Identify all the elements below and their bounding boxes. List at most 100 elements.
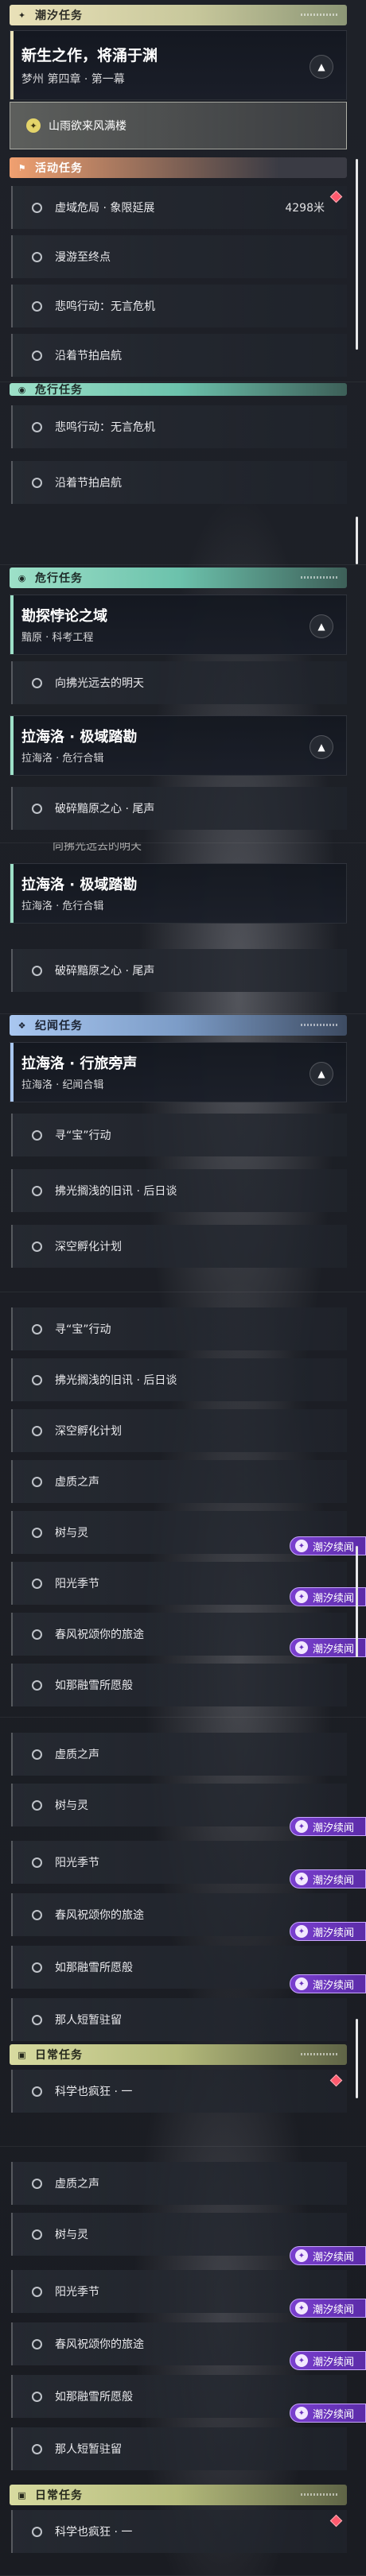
task-row[interactable]: 向拂光远去的明天	[11, 661, 347, 704]
quest-subtitle: 黯原 · 科考工程	[21, 632, 94, 644]
task-status-icon	[32, 1629, 42, 1640]
task-row[interactable]: 深空孵化计划	[11, 1225, 347, 1268]
quest-panel-top: ✦ 潮汐任务 新生之作，将涌于渊 梦州 第四章 · 第一幕 ▲ ✦ 山雨欲来风满…	[0, 0, 366, 382]
quest-card-main[interactable]: 新生之作，将涌于渊 梦州 第四章 · 第一幕 ▲	[10, 30, 347, 100]
task-row[interactable]: 拂光搁浅的旧讯 · 后日谈	[11, 1358, 347, 1401]
badge-label: 潮汐续闻	[313, 2251, 355, 2264]
task-row[interactable]: 悲鸣行动：无言危机	[11, 285, 347, 327]
header-chaoxi-tasks[interactable]: ✦ 潮汐任务	[10, 5, 347, 25]
task-status-icon	[32, 202, 42, 213]
task-status-icon	[32, 1185, 42, 1196]
chaoxi-continue-badge[interactable]: ✦ 潮汐续闻	[290, 1922, 366, 1941]
chevron-up-icon[interactable]: ▲	[310, 1062, 333, 1086]
badge-label: 潮汐续闻	[313, 1874, 355, 1887]
chaoxi-continue-badge[interactable]: ✦ 潮汐续闻	[290, 2299, 366, 2318]
header-label: 纪闻任务	[35, 1020, 83, 1032]
chevron-up-icon[interactable]: ▲	[310, 614, 333, 638]
chaoxi-badge-icon: ✦	[295, 1641, 308, 1654]
task-label: 向拂光远去的明天	[53, 843, 142, 853]
task-row[interactable]: 漫游至终点	[11, 235, 347, 278]
task-status-icon	[32, 1129, 42, 1141]
task-row[interactable]: 沿着节拍启航	[11, 334, 347, 377]
task-status-icon	[32, 1799, 42, 1811]
task-row[interactable]: 寻“宝”行动	[11, 1307, 347, 1350]
task-status-icon	[32, 300, 42, 312]
quest-subtitle: 梦州 第四章 · 第一幕	[21, 73, 125, 86]
quest-card-detective[interactable]: 勘探悖论之域 黯原 · 科考工程 ▲	[10, 595, 347, 655]
task-row[interactable]: 那人短暂驻留	[11, 2427, 347, 2470]
track-diamond-icon	[329, 2514, 343, 2528]
task-label: 虚质之声	[55, 1749, 99, 1761]
task-label: 漫游至终点	[55, 251, 111, 264]
chaoxi-continue-badge[interactable]: ✦ 潮汐续闻	[290, 1638, 366, 1657]
chaoxi-continue-badge[interactable]: ✦ 潮汐续闻	[290, 2246, 366, 2265]
task-row[interactable]: 虚质之声	[11, 1733, 347, 1776]
task-status-icon	[32, 251, 42, 262]
task-row[interactable]: 破碎黯原之心 · 尾声	[11, 787, 347, 830]
task-status-icon	[32, 350, 42, 361]
task-row[interactable]: 虚质之声	[11, 2162, 347, 2205]
scrollbar-thumb[interactable]	[356, 1546, 358, 1657]
chaoxi-continue-badge[interactable]: ✦ 潮汐续闻	[290, 2404, 366, 2423]
scrollbar-thumb[interactable]	[356, 517, 358, 564]
chaoxi-continue-badge[interactable]: ✦ 潮汐续闻	[290, 1974, 366, 1993]
scrollbar-thumb[interactable]	[356, 159, 358, 350]
chaoxi-continue-badge[interactable]: ✦ 潮汐续闻	[290, 1587, 366, 1606]
quest-card-lahai[interactable]: 拉海洛 · 极域踏勘 拉海洛 · 危行合辑	[10, 863, 347, 924]
task-row[interactable]: 虚域危局 · 象限延展 4298米	[11, 186, 347, 229]
header-activity-tasks[interactable]: ⚑ 活动任务	[10, 157, 347, 178]
chaoxi-continue-badge[interactable]: ✦ 潮汐续闻	[290, 2351, 366, 2370]
header-dots	[301, 576, 337, 579]
task-label: 破碎黯原之心 · 尾声	[55, 803, 155, 815]
task-label: 那人短暂驻留	[55, 2014, 122, 2027]
daily-book-icon: ▣	[18, 2049, 27, 2060]
task-status-icon	[32, 421, 42, 432]
quest-title: 拉海洛 · 行旅旁声	[21, 1056, 138, 1072]
task-label: 科学也疯狂 · 一	[55, 2086, 133, 2098]
chevron-up-icon[interactable]: ▲	[310, 735, 333, 759]
header-label: 危行任务	[35, 572, 83, 585]
quest-panel-scroll-4: 向拂光远去的明天 拉海洛 · 极域踏勘 拉海洛 · 危行合辑 破碎黯原之心 · …	[0, 843, 366, 1014]
quest-card-lahai[interactable]: 拉海洛 · 极域踏勘 拉海洛 · 危行合辑 ▲	[10, 715, 347, 776]
task-label: 科学也疯狂 · 一	[55, 2526, 133, 2539]
chaoxi-continue-badge[interactable]: ✦ 潮汐续闻	[290, 1817, 366, 1836]
task-row[interactable]: 沿着节拍启航	[11, 461, 347, 504]
card-accent	[10, 31, 14, 99]
task-row[interactable]: 科学也疯狂 · 一	[11, 2510, 347, 2553]
task-label: 沿着节拍启航	[55, 477, 122, 490]
header-jiwen-tasks[interactable]: ❖ 纪闻任务	[10, 1015, 347, 1036]
task-status-icon	[32, 2526, 42, 2537]
task-row[interactable]: 拂光搁浅的旧讯 · 后日谈	[11, 1169, 347, 1212]
header-daily-tasks[interactable]: ▣ 日常任务	[10, 2044, 347, 2065]
quest-panel-scroll-3: ◉ 危行任务 勘探悖论之域 黯原 · 科考工程 ▲ 向拂光远去的明天 拉海洛 ·…	[0, 564, 366, 843]
chaoxi-continue-badge[interactable]: ✦ 潮汐续闻	[290, 1869, 366, 1888]
task-row[interactable]: 那人短暂驻留	[11, 1998, 347, 2041]
task-status-icon	[32, 1962, 42, 1973]
quest-title: 拉海洛 · 极域踏勘	[21, 877, 138, 893]
quest-panel-scroll-7: 虚质之声 树与灵 ✦ 潮汐续闻 阳光季节 ✦ 潮汐续闻 春风祝颂你的旅途 ✦ 潮…	[0, 1717, 366, 2147]
chevron-up-icon[interactable]: ▲	[310, 55, 333, 79]
header-label: 日常任务	[35, 2049, 83, 2062]
header-crisis-tasks[interactable]: ◉ 危行任务	[10, 567, 347, 588]
task-row[interactable]: 寻“宝”行动	[11, 1114, 347, 1156]
chaoxi-continue-badge[interactable]: ✦ 潮汐续闻	[290, 1536, 366, 1555]
scrollbar-thumb[interactable]	[356, 2019, 358, 2098]
header-label: 日常任务	[35, 2489, 83, 2502]
quest-step-selected[interactable]: ✦ 山雨欲来风满楼	[10, 102, 347, 149]
badge-label: 潮汐续闻	[313, 2303, 355, 2316]
task-row[interactable]: 悲鸣行动：无言危机	[11, 405, 347, 448]
task-row[interactable]: 深空孵化计划	[11, 1409, 347, 1452]
header-daily-tasks[interactable]: ▣ 日常任务	[10, 2485, 347, 2505]
task-row[interactable]: 科学也疯狂 · 一	[11, 2070, 347, 2113]
task-row[interactable]: 虚质之声	[11, 1460, 347, 1503]
task-row[interactable]: 如那融雪所愿般	[11, 1664, 347, 1706]
badge-label: 潮汐续闻	[313, 2356, 355, 2369]
quest-card-xinglv[interactable]: 拉海洛 · 行旅旁声 拉海洛 · 纪闻合辑 ▲	[10, 1042, 347, 1102]
quest-title: 拉海洛 · 极域踏勘	[21, 729, 138, 746]
task-status-icon	[32, 2391, 42, 2402]
header-crisis-tasks-partial[interactable]: ◉ 危行任务	[10, 383, 347, 397]
task-status-icon	[32, 677, 42, 688]
task-status-icon	[32, 477, 42, 488]
chaoxi-badge-icon: ✦	[295, 1820, 308, 1833]
task-row[interactable]: 破碎黯原之心 · 尾声	[11, 949, 347, 992]
